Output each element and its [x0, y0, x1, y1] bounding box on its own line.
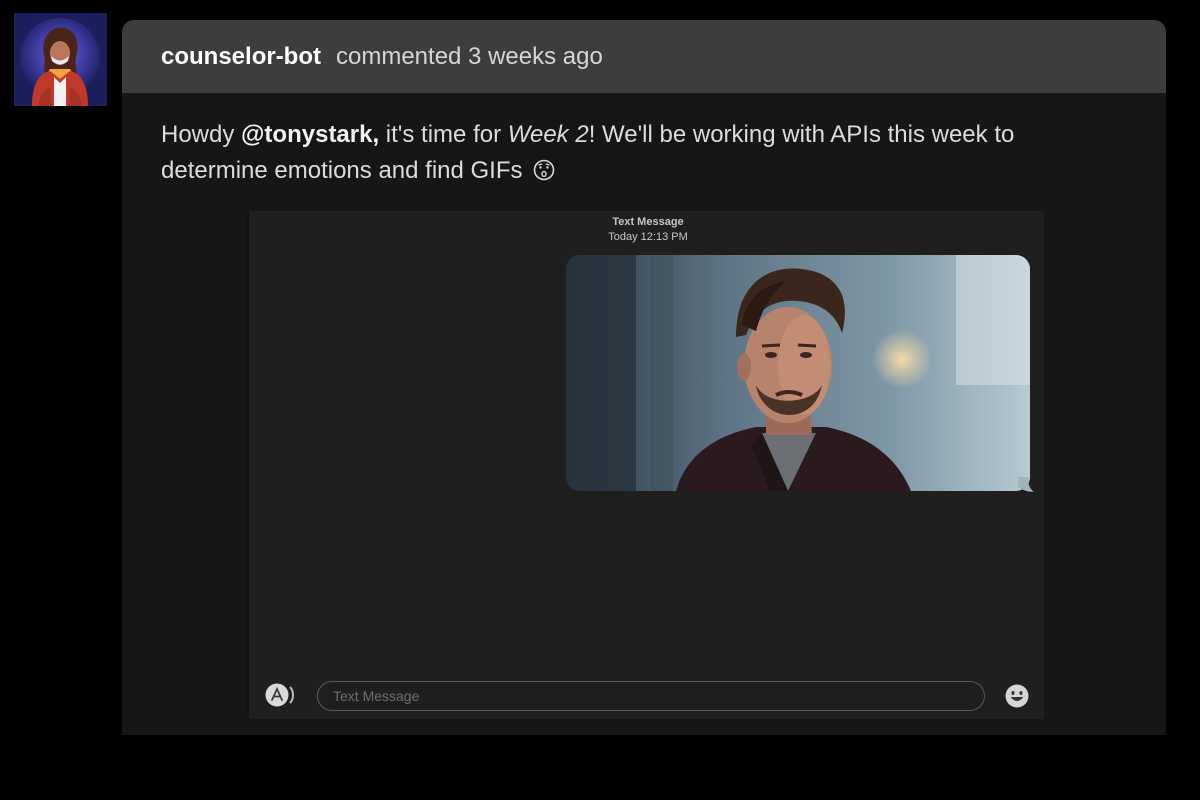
author-avatar[interactable] — [14, 13, 107, 106]
author-name[interactable]: counselor-bot — [161, 43, 321, 71]
message-timestamp: Today 12:13 PM — [608, 231, 688, 243]
comment-header: counselor-bot commented 3 weeks ago — [122, 20, 1166, 93]
message-service-label: Text Message — [612, 216, 684, 228]
comment-timestamp[interactable]: commented 3 weeks ago — [336, 43, 603, 71]
avatar-illustration — [14, 13, 107, 106]
greeting-text: Howdy — [161, 121, 242, 148]
messages-screenshot: Text Message Today 12:13 PM — [247, 211, 1044, 719]
week-label: Week 2 — [507, 121, 589, 148]
comment-card: counselor-bot commented 3 weeks ago Howd… — [122, 20, 1166, 735]
message-input[interactable] — [317, 681, 985, 711]
divider — [247, 211, 249, 719]
page: counselor-bot commented 3 weeks ago Howd… — [0, 0, 1200, 800]
user-mention[interactable]: @tonystark, — [241, 121, 379, 148]
face-with-open-mouth-icon — [533, 156, 555, 192]
bubble-tail-icon — [1018, 477, 1034, 492]
gif-message-bubble[interactable] — [566, 255, 1030, 491]
gif-image — [566, 255, 1030, 491]
smiley-emoji-icon[interactable] — [1004, 683, 1030, 709]
app-store-icon[interactable] — [264, 682, 298, 708]
body-text: it's time for — [379, 121, 508, 148]
message-composer — [247, 679, 1044, 719]
comment-body: Howdy @tonystark, it's time for Week 2! … — [122, 93, 1166, 192]
message-header: Text Message Today 12:13 PM — [247, 215, 1044, 245]
